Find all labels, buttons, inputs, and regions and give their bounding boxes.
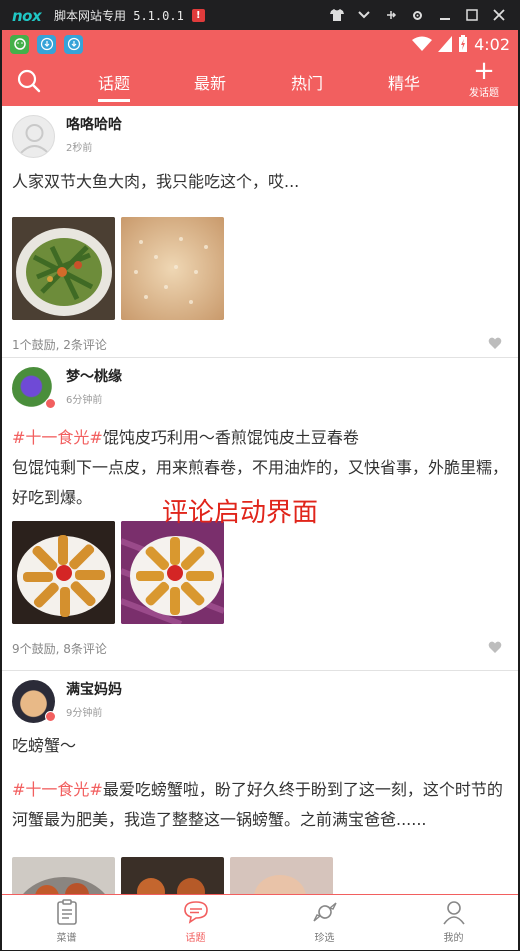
post-stats: 1个鼓励, 2条评论 [12, 338, 107, 352]
post-stats: 9个鼓励, 8条评论 [12, 642, 107, 656]
tab-recipes[interactable]: 菜谱 [2, 895, 131, 950]
post-images [2, 217, 518, 320]
tab-selection[interactable]: 珍选 [260, 895, 389, 950]
post-card[interactable]: 咯咯哈哈 2秒前 人家双节大鱼大肉，我只能吃这个，哎... 1个鼓励, 2条评论 [2, 106, 518, 358]
tab-label: 话题 [185, 933, 206, 944]
post-title: 吃螃蟹～ [12, 736, 77, 755]
post-card[interactable]: 满宝妈妈 9分钟前 吃螃蟹～ #十一食光#最爱吃螃蟹啦，盼了好久终于盼到了这一刻… [2, 671, 518, 894]
tab-label: 我的 [443, 933, 464, 944]
tab-featured[interactable]: 精华 [388, 70, 420, 94]
battery-icon [459, 35, 468, 52]
bottom-tab-bar: 菜谱 话题 珍选 我的 [2, 894, 518, 950]
food-image[interactable] [12, 857, 115, 894]
tab-latest[interactable]: 最新 [194, 70, 226, 94]
food-image[interactable] [121, 217, 224, 320]
emulator-title-bar: nox 脚本网站专用 5.1.0.1 ! [0, 0, 520, 30]
emulator-title: 脚本网站专用 5.1.0.1 [54, 8, 184, 23]
pin-icon[interactable] [377, 0, 404, 30]
food-image[interactable] [121, 857, 224, 894]
verified-badge-icon [45, 398, 56, 409]
post-header: 满宝妈妈 9分钟前 [2, 671, 518, 727]
post-title-text: 馄饨皮巧利用～香煎馄饨皮土豆春卷 [102, 428, 359, 447]
search-icon[interactable] [16, 68, 42, 94]
plus-icon: + [473, 56, 495, 86]
shirt-icon[interactable] [323, 0, 350, 30]
post-images [2, 521, 518, 624]
clipboard-icon [56, 899, 77, 925]
verified-badge-icon [45, 711, 56, 722]
window-controls [323, 0, 512, 30]
baby-image[interactable] [230, 857, 333, 894]
avatar[interactable] [12, 115, 55, 158]
tab-hot[interactable]: 热门 [291, 70, 323, 94]
post-body: 人家双节大鱼大肉，我只能吃这个，哎... [12, 172, 300, 191]
post-body: #十一食光#最爱吃螃蟹啦，盼了好久终于盼到了这一刻，这个时节的河蟹最为肥美，我造… [2, 775, 518, 835]
clock: 4:02 [474, 34, 510, 54]
overlay-caption: 评论启动界面 [162, 498, 319, 528]
username[interactable]: 梦～桃缘 [66, 366, 122, 386]
tab-label: 菜谱 [56, 933, 77, 944]
user-icon [442, 901, 465, 925]
chevron-down-icon[interactable] [350, 0, 377, 30]
chat-bubble-icon [183, 901, 208, 924]
post-header: 梦～桃缘 6分钟前 [2, 358, 518, 414]
status-bar: 4:02 [2, 30, 518, 58]
nox-logo: nox [12, 7, 42, 25]
post-images [2, 857, 518, 894]
status-indicators: 4:02 [412, 30, 510, 58]
signal-icon [438, 36, 453, 52]
username[interactable]: 咯咯哈哈 [66, 114, 122, 134]
post-footer: 9个鼓励, 8条评论 [2, 624, 518, 668]
username[interactable]: 满宝妈妈 [66, 679, 122, 699]
phone-screen: 4:02 话题 最新 热门 精华 + 发话题 咯咯哈哈 2秒前 人家双节大鱼大肉… [2, 30, 518, 950]
topic-tag[interactable]: #十一食光# [12, 780, 103, 799]
gear-icon[interactable] [404, 0, 431, 30]
wifi-icon [412, 36, 433, 51]
tab-profile[interactable]: 我的 [389, 895, 518, 950]
heart-icon[interactable] [488, 336, 502, 350]
post-time: 6分钟前 [66, 395, 103, 406]
maximize-icon[interactable] [458, 0, 485, 30]
minimize-icon[interactable] [431, 0, 458, 30]
post-title: #十一食光#馄饨皮巧利用～香煎馄饨皮土豆春卷 [2, 423, 518, 453]
post-time: 2秒前 [66, 143, 93, 154]
download-notification-icon [37, 34, 56, 54]
candy-icon [312, 902, 337, 922]
tab-topics[interactable]: 话题 [98, 70, 131, 102]
post-topic-button[interactable]: + 发话题 [464, 58, 504, 106]
post-topic-label: 发话题 [469, 88, 499, 99]
food-image[interactable] [12, 521, 115, 624]
alert-icon[interactable]: ! [191, 8, 205, 22]
download-notification-icon [64, 34, 83, 54]
tab-topics-bottom[interactable]: 话题 [131, 895, 260, 950]
close-icon[interactable] [485, 0, 512, 30]
post-header: 咯咯哈哈 2秒前 [2, 106, 518, 162]
topic-tag[interactable]: #十一食光# [12, 428, 103, 447]
food-image[interactable] [121, 521, 224, 624]
post-time: 9分钟前 [66, 708, 103, 719]
app-notification-icon [10, 34, 29, 54]
heart-icon[interactable] [488, 640, 502, 654]
food-image[interactable] [12, 217, 115, 320]
top-nav: 话题 最新 热门 精华 + 发话题 [2, 58, 518, 106]
tab-label: 珍选 [314, 933, 335, 944]
